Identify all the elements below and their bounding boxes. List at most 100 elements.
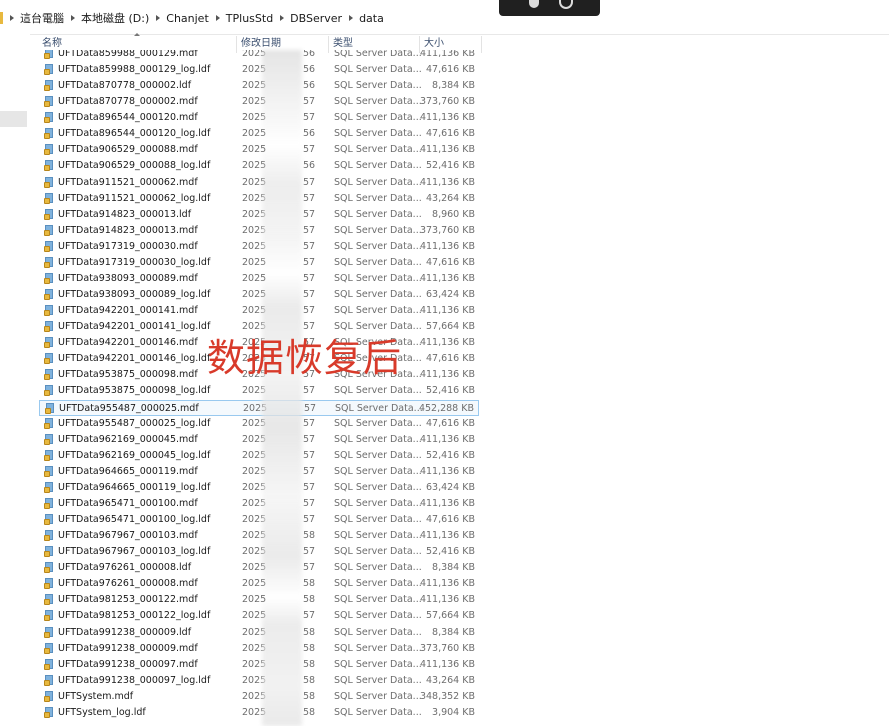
database-file-icon [44, 337, 55, 349]
file-date: 2025 [242, 417, 267, 429]
file-row[interactable]: UFTData870778_000002.mdf 2025 57 SQL Server… [39, 94, 479, 110]
file-size: 52,416 KB [425, 160, 475, 172]
file-date: 2025 [242, 192, 267, 204]
file-row[interactable]: UFTSystem.mdf 2025 58 SQL Server Data... 348… [39, 689, 479, 705]
screen-capture-toolbar[interactable] [499, 0, 600, 16]
file-row[interactable]: UFTData981253_000122_log.ldf 2025 57 SQL Se… [39, 608, 479, 624]
file-name: UFTData938093_000089_log.ldf [58, 289, 211, 301]
file-row[interactable]: UFTData965471_000100.mdf 2025 57 SQL Server… [39, 496, 479, 512]
database-file-icon [44, 176, 55, 188]
file-row[interactable]: UFTData938093_000089.mdf 2025 57 SQL Server… [39, 271, 479, 287]
chevron-right-icon[interactable] [280, 15, 285, 21]
breadcrumb-tplusstd[interactable]: TPlusStd [226, 12, 273, 25]
file-row[interactable]: UFTData976261_000008.mdf 2025 58 SQL Server… [39, 576, 479, 592]
chevron-right-icon[interactable] [71, 15, 75, 21]
file-size: 47,616 KB [425, 256, 475, 268]
file-time: 58 [303, 658, 316, 670]
file-date: 2025 [242, 690, 267, 702]
file-type: SQL Server Data... [334, 433, 422, 445]
file-time: 57 [303, 385, 316, 397]
file-row[interactable]: UFTData991238_000009.ldf 2025 58 SQL Server… [39, 625, 479, 641]
file-row[interactable]: UFTData955487_000025.mdf 2025 57 SQL Server… [39, 399, 479, 416]
file-row[interactable]: UFTData964665_000119.mdf 2025 57 SQL Server… [39, 464, 479, 480]
file-list[interactable]: UFTData859988_000129.mdf 2025 56 SQL Server… [0, 50, 889, 726]
file-row[interactable]: UFTData991238_000097_log.ldf 2025 58 SQL Se… [39, 673, 479, 689]
file-row[interactable]: UFTData967967_000103_log.ldf 2025 57 SQL Se… [39, 544, 479, 560]
file-time: 56 [303, 50, 316, 59]
breadcrumb-this-pc[interactable]: 這台電腦 [20, 10, 64, 26]
chevron-right-icon[interactable] [156, 15, 161, 21]
file-row[interactable]: UFTSystem_log.ldf 2025 58 SQL Server Data..… [39, 705, 479, 721]
file-date: 2025 [242, 128, 267, 140]
file-time: 57 [303, 481, 316, 493]
file-name: UFTData991238_000009.ldf [58, 626, 192, 638]
chevron-right-icon[interactable] [10, 15, 14, 21]
stop-icon[interactable] [559, 0, 573, 9]
file-row[interactable]: UFTData859988_000129_log.ldf 2025 56 SQL Se… [39, 62, 479, 78]
file-row[interactable]: UFTData938093_000089_log.ldf 2025 57 SQL Se… [39, 287, 479, 303]
file-type: SQL Server Data... [334, 385, 422, 397]
chevron-right-icon[interactable] [349, 15, 354, 21]
file-row[interactable]: UFTData962169_000045.mdf 2025 57 SQL Server… [39, 432, 479, 448]
chevron-right-icon[interactable] [215, 15, 220, 21]
breadcrumb-dbserver[interactable]: DBServer [290, 12, 342, 25]
file-row[interactable]: UFTData914823_000013.mdf 2025 57 SQL Server… [39, 223, 479, 239]
file-row[interactable]: UFTData962169_000045_log.ldf 2025 57 SQL Se… [39, 448, 479, 464]
file-time: 57 [303, 144, 316, 156]
database-file-icon [44, 626, 55, 638]
file-row[interactable]: UFTData991238_000009.mdf 2025 58 SQL Server… [39, 641, 479, 657]
file-row[interactable]: UFTData859988_000129.mdf 2025 56 SQL Server… [39, 50, 479, 62]
file-time: 58 [303, 530, 316, 542]
file-row[interactable]: UFTData914823_000013.ldf 2025 57 SQL Server… [39, 207, 479, 223]
file-row[interactable]: UFTData942201_000141_log.ldf 2025 57 SQL Se… [39, 319, 479, 335]
file-name: UFTData896544_000120_log.ldf [58, 128, 211, 140]
file-date: 2025 [242, 433, 267, 445]
database-file-icon [44, 353, 55, 365]
file-row[interactable]: UFTData896544_000120_log.ldf 2025 56 SQL Se… [39, 126, 479, 142]
file-row[interactable]: UFTData906529_000088.mdf 2025 57 SQL Server… [39, 142, 479, 158]
file-row[interactable]: UFTData981253_000122.mdf 2025 58 SQL Server… [39, 592, 479, 608]
file-type: SQL Server Data... [334, 481, 422, 493]
record-icon[interactable] [529, 0, 539, 8]
database-file-icon [44, 658, 55, 670]
database-file-icon [44, 80, 55, 92]
file-time: 57 [304, 402, 317, 414]
file-time: 56 [303, 128, 316, 140]
file-type: SQL Server Data... [334, 497, 422, 509]
database-file-icon [44, 289, 55, 301]
file-row[interactable]: UFTData917319_000030.mdf 2025 57 SQL Server… [39, 239, 479, 255]
breadcrumb-data[interactable]: data [359, 12, 384, 25]
file-row[interactable]: UFTData942201_000141.mdf 2025 57 SQL Server… [39, 303, 479, 319]
breadcrumb-chanjet[interactable]: Chanjet [166, 12, 209, 25]
file-name: UFTData953875_000098.mdf [58, 369, 198, 381]
file-row[interactable]: UFTData870778_000002.ldf 2025 56 SQL Server… [39, 78, 479, 94]
breadcrumb-local-disk[interactable]: 本地磁盘 (D:) [81, 10, 149, 26]
database-file-icon [44, 256, 55, 268]
file-type: SQL Server Data... [334, 594, 422, 606]
file-row[interactable]: UFTData896544_000120.mdf 2025 57 SQL Server… [39, 110, 479, 126]
file-row[interactable]: UFTData991238_000097.mdf 2025 58 SQL Server… [39, 657, 479, 673]
file-name: UFTData955487_000025_log.ldf [58, 417, 211, 429]
database-file-icon [44, 272, 55, 284]
file-row[interactable]: UFTData955487_000025_log.ldf 2025 57 SQL Se… [39, 416, 479, 432]
file-row[interactable]: UFTData917319_000030_log.ldf 2025 57 SQL Se… [39, 255, 479, 271]
file-time: 57 [303, 256, 316, 268]
file-type: SQL Server Data... [334, 112, 422, 124]
file-size: 348,352 KB [419, 690, 475, 702]
file-time: 57 [303, 224, 316, 236]
file-time: 57 [303, 272, 316, 284]
address-bar[interactable]: 這台電腦 本地磁盘 (D:) Chanjet TPlusStd DBServer… [0, 0, 889, 35]
file-row[interactable]: UFTData965471_000100_log.ldf 2025 57 SQL Se… [39, 512, 479, 528]
file-row[interactable]: UFTData911521_000062.mdf 2025 57 SQL Server… [39, 175, 479, 191]
file-name: UFTData962169_000045.mdf [58, 433, 198, 445]
file-row[interactable]: UFTData964665_000119_log.ldf 2025 57 SQL Se… [39, 480, 479, 496]
file-row[interactable]: UFTData906529_000088_log.ldf 2025 56 SQL Se… [39, 158, 479, 174]
file-row[interactable]: UFTData911521_000062_log.ldf 2025 57 SQL Se… [39, 191, 479, 207]
file-date: 2025 [242, 64, 267, 76]
file-row[interactable]: UFTData953875_000098_log.ldf 2025 57 SQL Se… [39, 383, 479, 399]
database-file-icon [44, 497, 55, 509]
file-type: SQL Server Data... [334, 514, 422, 526]
file-time: 57 [303, 240, 316, 252]
file-row[interactable]: UFTData976261_000008.ldf 2025 57 SQL Server… [39, 560, 479, 576]
file-row[interactable]: UFTData967967_000103.mdf 2025 58 SQL Server… [39, 528, 479, 544]
